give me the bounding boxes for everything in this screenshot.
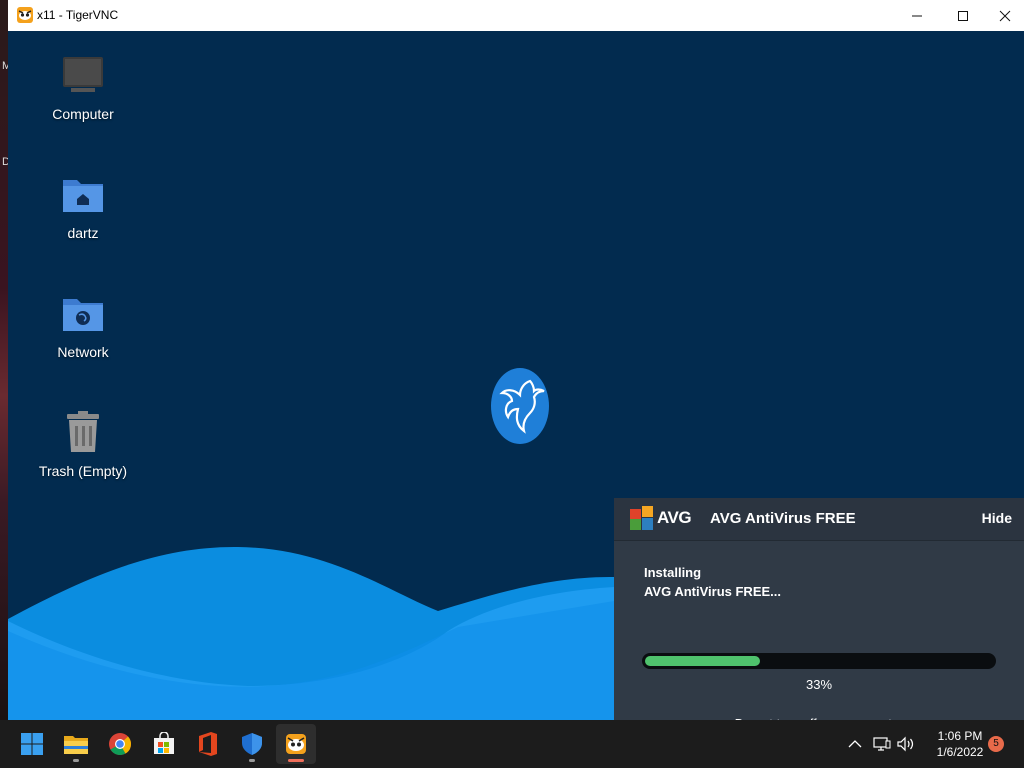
avg-title: AVG AntiVirus FREE	[710, 510, 856, 527]
folder-icon	[64, 736, 88, 754]
avg-body: Installing AVG AntiVirus FREE... 33% Do …	[614, 541, 1024, 731]
chevron-up-icon	[848, 740, 862, 748]
desktop-icon-label: dartz	[67, 225, 99, 241]
desktop-icon-label: Trash (Empty)	[38, 463, 128, 479]
close-icon	[999, 10, 1011, 21]
avg-install-panel: AVG AVG AntiVirus FREE Hide Installing A…	[614, 498, 1024, 731]
desktop-icon-home[interactable]: dartz	[8, 172, 158, 241]
computer-icon	[63, 57, 103, 92]
desktop-icon-network[interactable]: Network	[8, 291, 158, 360]
tigervnc-icon	[17, 7, 33, 23]
tray-network[interactable]	[871, 720, 893, 768]
start-button[interactable]	[12, 724, 52, 764]
avg-status-product: AVG AntiVirus FREE...	[644, 584, 782, 599]
shield-icon	[242, 733, 262, 755]
hummingbird-logo-icon	[491, 368, 549, 444]
taskbar-windows-security[interactable]	[232, 724, 272, 764]
trash-icon	[67, 411, 99, 452]
store-icon	[154, 732, 174, 754]
running-indicator	[249, 759, 255, 762]
avg-logo-icon	[630, 506, 653, 530]
close-button[interactable]	[986, 0, 1024, 31]
minimize-button[interactable]	[894, 0, 940, 31]
avg-progress-percent: 33%	[805, 677, 833, 692]
active-indicator	[288, 759, 304, 762]
avg-progress-fill	[645, 656, 760, 666]
maximize-icon	[958, 10, 968, 21]
avg-header: AVG AVG AntiVirus FREE Hide	[614, 498, 1024, 541]
tigervnc-icon	[286, 734, 306, 754]
office-icon	[199, 732, 217, 756]
avg-status-line: Installing	[644, 565, 702, 580]
network-folder-icon	[63, 299, 103, 331]
windows-start-icon	[21, 733, 43, 755]
chrome-icon	[109, 733, 131, 755]
running-indicator	[73, 759, 79, 762]
notification-badge[interactable]: 5	[988, 736, 1004, 752]
desktop-icon-computer[interactable]: Computer	[8, 53, 158, 122]
taskbar-chrome[interactable]	[100, 724, 140, 764]
avg-progress-bar	[642, 653, 996, 669]
window-title: x11 - TigerVNC	[37, 8, 119, 22]
desktop-icon-trash[interactable]: Trash (Empty)	[8, 410, 158, 479]
avg-logo-text: AVG	[657, 508, 692, 527]
tray-overflow-button[interactable]	[844, 720, 866, 768]
taskbar-store[interactable]	[144, 724, 184, 764]
window-titlebar[interactable]: x11 - TigerVNC	[8, 0, 1024, 31]
network-icon	[873, 737, 891, 751]
taskbar: 1:06 PM 1/6/2022	[0, 720, 1024, 768]
taskbar-file-explorer[interactable]	[56, 724, 96, 764]
tray-volume[interactable]	[895, 720, 917, 768]
home-folder-icon	[63, 180, 103, 212]
avg-logo: AVG	[630, 506, 692, 530]
avg-hide-button[interactable]: Hide	[982, 510, 1012, 526]
taskbar-tigervnc[interactable]	[276, 724, 316, 764]
vnc-window: x11 - TigerVNC Computer dartz Network Tr…	[8, 0, 1024, 731]
taskbar-office[interactable]	[188, 724, 228, 764]
desktop-icon-label: Computer	[52, 106, 114, 122]
host-desktop-edge: M D	[0, 0, 11, 720]
desktop-icon-label: Network	[57, 344, 109, 360]
minimize-icon	[912, 15, 922, 16]
volume-icon	[897, 736, 914, 752]
maximize-button[interactable]	[940, 0, 986, 31]
